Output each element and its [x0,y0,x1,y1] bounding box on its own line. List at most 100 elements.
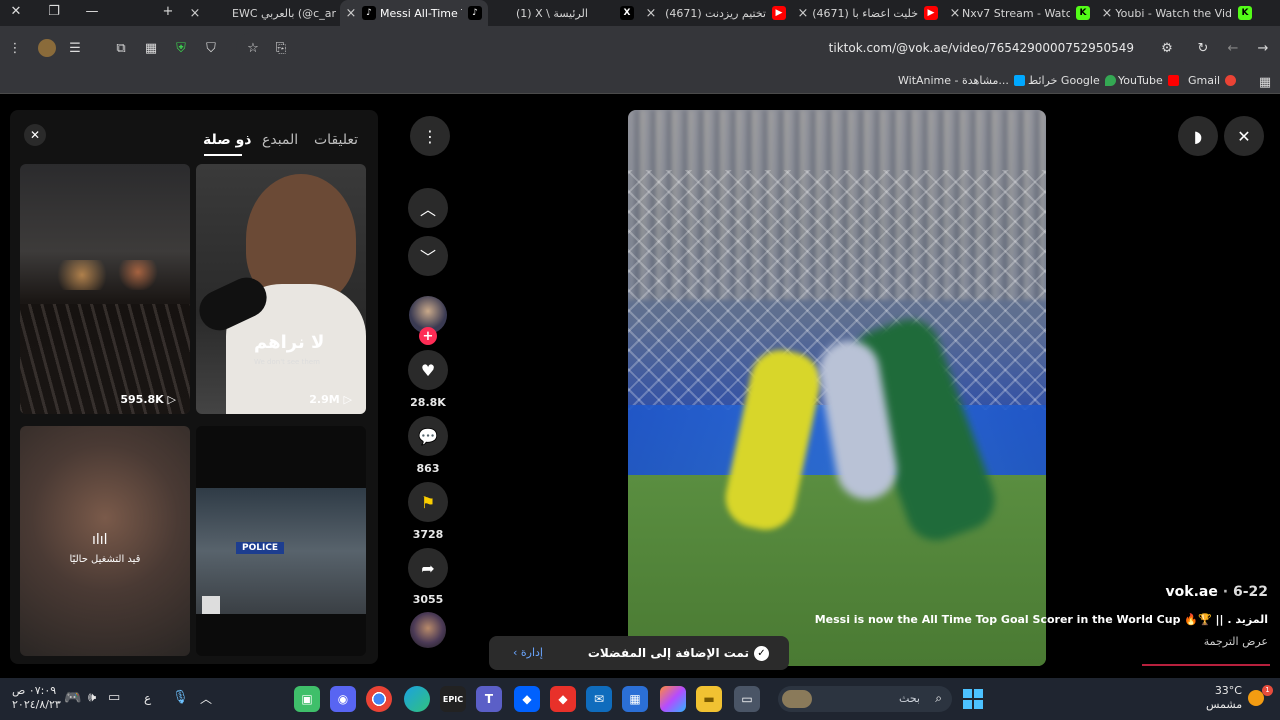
reload-icon[interactable]: ↻ [1194,39,1212,57]
browser-tab[interactable]: × (4671) خليت اعضاء با ▶ [796,0,944,26]
volume-icon[interactable]: 🕪 [88,690,96,705]
close-panel-icon[interactable]: ✕ [24,124,46,146]
browser-toolbar: ⋮ ☰ ⧉ ▦ ⛨ ⛉ ☆ ⎘ tiktok.com/@vok.ae/video… [0,26,1280,70]
close-tab-icon[interactable]: × [188,6,202,21]
windows-start-icon[interactable] [960,686,986,712]
kick-icon: K [1076,6,1090,20]
windows-taskbar: ٠٧:٠٩ ص ٢٠٢٤/٨/٢٣ 🎮 🕪 ▭ ع 🎙 ︿ ▣ ◉ EPIC T… [0,678,1280,720]
microphone-icon[interactable]: 🎙 [172,690,189,705]
previous-video-icon[interactable]: ︿ [408,188,448,228]
file-explorer-icon[interactable]: ▬ [696,686,722,712]
reading-list-icon[interactable]: ☰ [66,39,84,57]
follow-plus-icon[interactable]: + [419,327,437,345]
language-indicator[interactable]: ع [144,691,151,705]
more-options-icon[interactable]: ⋮ [410,116,450,156]
tiktok-page: ✕ تعليقات المبدع ذو صلة لا نراهم We don'… [0,96,1280,678]
network-icon[interactable]: ▭ [108,690,120,705]
extension-icon[interactable]: ▦ [142,39,160,57]
bookmark-maps[interactable]: خرائط Google [1028,74,1116,87]
site-settings-icon[interactable]: ⚙ [1158,39,1176,57]
close-tab-icon[interactable]: × [1100,6,1114,21]
close-tab-icon[interactable]: × [344,6,358,21]
city-lights-image [40,260,180,290]
tab-comments[interactable]: تعليقات [314,132,358,148]
taskbar-search[interactable]: بحث ⌕ [778,686,952,712]
forward-icon[interactable]: → [1254,39,1272,57]
extensions-icon[interactable]: ⧉ [112,39,130,57]
browser-tab[interactable]: × (4671) تختيم ريزدنت ▶ [644,0,792,26]
related-video-thumbnail-playing[interactable]: ılıl قيد التشغيل حاليًا [20,426,190,656]
autoscroll-icon[interactable]: ◗ [1178,116,1218,156]
sound-disc-avatar[interactable] [410,612,446,648]
caption-author[interactable]: vok.ae · 6-22 [1166,584,1268,600]
gmail-icon [1225,75,1237,86]
translate-icon[interactable]: ⎘ [272,39,290,57]
tab-creator[interactable]: المبدع [262,132,298,148]
menu-icon[interactable]: ⋮ [6,39,24,57]
show-translation-link[interactable]: عرض الترجمة [1204,635,1268,648]
task-view-icon[interactable]: ▭ [734,686,760,712]
edge-icon[interactable] [404,686,430,712]
minimize-icon[interactable]: — [82,4,102,19]
dropbox-icon[interactable]: ◆ [514,686,540,712]
related-video-thumbnail[interactable]: 595.8K ▷ [20,164,190,414]
mail-icon[interactable]: ✉ [586,686,612,712]
now-playing-icon: ılıl [92,532,108,548]
store-icon[interactable]: ▦ [622,686,648,712]
toast-notification: ✓ تمت الإضافة إلى المفضلات ‹ إدارة [489,636,789,670]
related-video-thumbnail[interactable]: لا نراهم We don't see them 2.9M ▷ [196,164,366,414]
bookmark-gmail[interactable]: Gmail [1188,74,1237,87]
show-hidden-icons[interactable]: ︿ [200,690,212,707]
shield-icon[interactable]: ⛨ [172,39,190,57]
share-arrow-icon[interactable]: ➦ [408,548,448,588]
close-window-icon[interactable]: ✕ [6,4,26,19]
video-player[interactable] [628,110,1046,666]
apps-icon[interactable]: ▦ [1256,73,1274,91]
x-icon: X [620,6,634,20]
toast-message: تمت الإضافة إلى المفضلات [587,646,749,660]
favorite-bookmark-icon[interactable]: ⚑ [408,482,448,522]
new-tab-icon[interactable]: + [158,4,178,19]
check-icon: ✓ [754,646,769,661]
privacy-icon[interactable]: ⛉ [202,39,220,57]
weather-widget[interactable]: 33°C مشمس [1206,684,1242,712]
address-bar[interactable]: ☆ ⎘ tiktok.com/@vok.ae/video/76542900007… [236,33,1192,63]
close-video-icon[interactable]: ✕ [1224,116,1264,156]
teams-icon[interactable]: T [476,686,502,712]
chrome-icon[interactable] [366,686,392,712]
witanime-icon [1013,75,1025,86]
video-progress-bar[interactable] [1142,664,1270,666]
app-icon-red[interactable]: ◆ [550,686,576,712]
related-video-thumbnail[interactable]: POLICE [196,426,366,656]
view-count: 595.8K ▷ [120,393,176,406]
clock[interactable]: ٠٧:٠٩ ص ٢٠٢٤/٨/٢٣ [12,684,61,712]
gamepad-icon[interactable]: 🎮 [64,690,81,706]
copilot-icon[interactable] [660,686,686,712]
tab-related[interactable]: ذو صلة [203,132,252,148]
browser-tab-active[interactable]: × ♪ Messi All-Time To ♪ [340,0,488,26]
browser-tab[interactable]: × EWC بالعربي (@c_ar [188,0,336,26]
app-icon-green[interactable]: ▣ [294,686,320,712]
view-count: 2.9M ▷ [309,393,352,406]
epic-games-icon[interactable]: EPIC [440,686,466,712]
manage-link[interactable]: ‹ إدارة [513,646,543,659]
next-video-icon[interactable]: ﹀ [408,236,448,276]
like-heart-icon[interactable]: ♥ [408,350,448,390]
close-tab-icon[interactable]: × [948,6,962,21]
bookmark-star-icon[interactable]: ☆ [244,39,262,57]
close-tab-icon[interactable]: × [644,6,658,21]
url-text[interactable]: tiktok.com/@vok.ae/video/765429000075295… [829,41,1134,55]
overlay-subtitle: We don't see them [254,358,320,366]
bookmark-youtube[interactable]: YouTube [1118,74,1179,87]
restore-icon[interactable]: ❐ [44,4,64,19]
browser-tab[interactable]: (1) X \ الرئيسة X [492,0,640,26]
discord-icon[interactable]: ◉ [330,686,356,712]
comment-icon[interactable]: 💬 [408,416,448,456]
close-tab-icon[interactable]: × [796,6,810,21]
bookmark-witanime[interactable]: WitAnime - مشاهدة... [898,74,1025,87]
favorite-count: 3728 [412,528,444,541]
browser-tab[interactable]: × Youbi - Watch the Vid K [1100,0,1258,26]
profile-avatar[interactable] [38,39,56,57]
browser-tab[interactable]: × Nxv7 Stream - Watch K [948,0,1096,26]
back-icon[interactable]: ← [1224,39,1242,57]
